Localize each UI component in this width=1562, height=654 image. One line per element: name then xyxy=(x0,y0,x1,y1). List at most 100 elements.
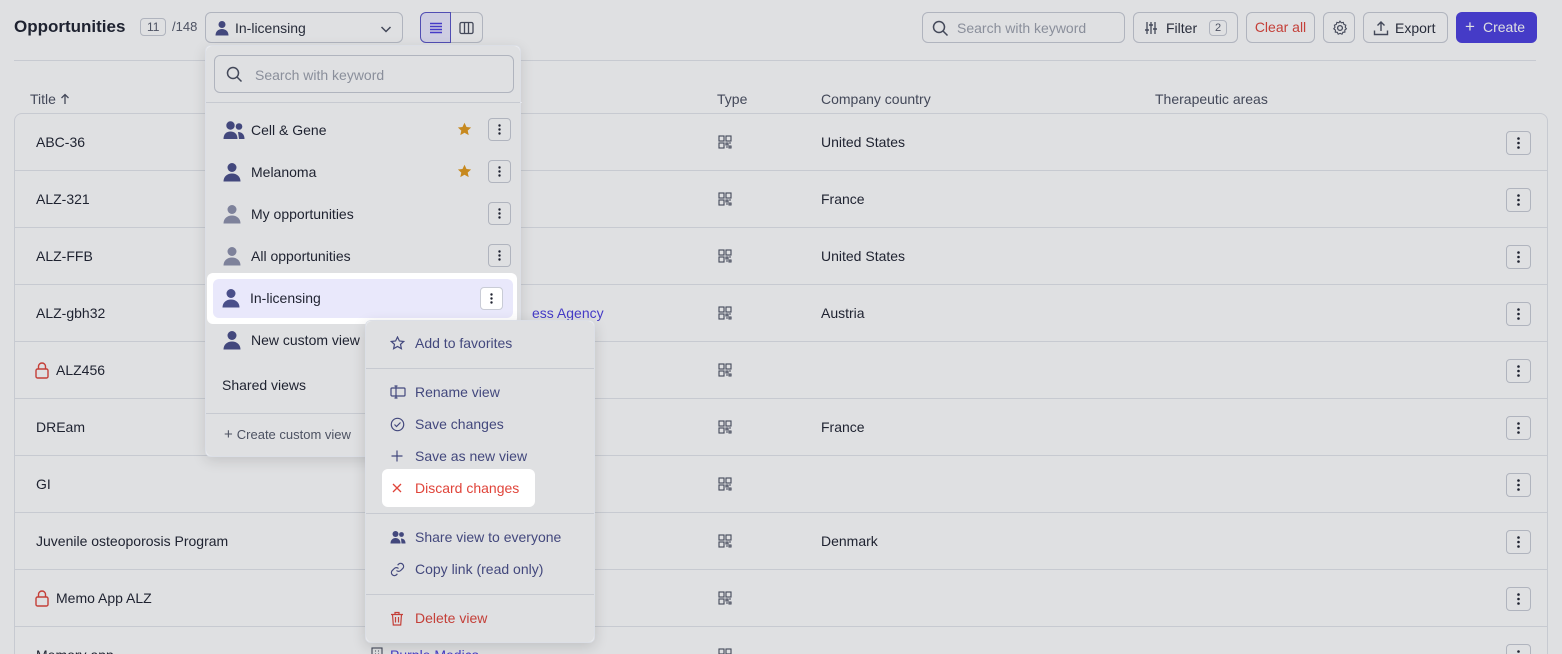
check-circle-icon xyxy=(390,417,405,432)
group-icon xyxy=(223,120,245,143)
divider xyxy=(366,368,594,369)
create-label: Create xyxy=(1483,19,1526,35)
row-menu-button[interactable] xyxy=(1506,245,1531,269)
row-title[interactable]: GI xyxy=(36,476,51,492)
row-title[interactable]: ALZ-321 xyxy=(36,191,90,207)
row-menu-button[interactable] xyxy=(1506,644,1531,654)
row-title[interactable]: Memory app xyxy=(36,647,114,654)
row-title[interactable]: ALZ-FFB xyxy=(36,248,93,264)
row-menu-button[interactable] xyxy=(1506,188,1531,212)
row-company[interactable]: ess Agency xyxy=(532,305,604,321)
result-count-badge: 11 xyxy=(140,18,167,36)
view-item-my-opportunities[interactable]: My opportunities xyxy=(214,195,514,233)
view-item-menu-button[interactable] xyxy=(488,202,511,225)
row-title[interactable]: ABC-36 xyxy=(36,134,85,150)
view-item-menu-button[interactable] xyxy=(488,244,511,267)
row-menu-button[interactable] xyxy=(1506,473,1531,497)
views-search-box[interactable] xyxy=(214,55,514,93)
menu-item-label: Share view to everyone xyxy=(415,529,562,545)
menu-item-label: Delete view xyxy=(415,610,488,626)
create-custom-view-button[interactable]: + Create custom view xyxy=(224,426,351,443)
type-icon xyxy=(718,363,732,380)
current-view-label: In-licensing xyxy=(235,20,306,36)
table-row[interactable]: GI xyxy=(15,456,1547,513)
list-view-toggle[interactable] xyxy=(420,12,451,43)
row-menu-button[interactable] xyxy=(1506,131,1531,155)
row-menu-button[interactable] xyxy=(1506,302,1531,326)
lock-icon xyxy=(34,589,50,610)
type-icon xyxy=(718,135,732,152)
menu-item-label: Save as new view xyxy=(415,448,528,464)
row-title[interactable]: ALZ-gbh32 xyxy=(36,305,105,321)
clear-all-button[interactable]: Clear all xyxy=(1246,12,1315,43)
view-item-menu-button[interactable] xyxy=(488,160,511,183)
type-icon xyxy=(718,306,732,323)
row-menu-button[interactable] xyxy=(1506,416,1531,440)
user-icon xyxy=(223,246,241,269)
type-icon xyxy=(718,648,732,654)
group-icon xyxy=(390,531,406,544)
view-selector[interactable]: In-licensing xyxy=(205,12,403,43)
views-search-input[interactable] xyxy=(255,66,495,84)
row-title[interactable]: DREam xyxy=(36,419,85,435)
type-icon xyxy=(718,591,732,608)
user-icon xyxy=(222,288,240,311)
export-button[interactable]: Export xyxy=(1363,12,1448,43)
create-button[interactable]: + Create xyxy=(1456,12,1537,43)
table-row[interactable]: Memory app Purple Medics xyxy=(15,627,1547,654)
view-item-cell-gene[interactable]: Cell & Gene xyxy=(214,111,514,149)
settings-button[interactable] xyxy=(1323,12,1355,43)
type-icon xyxy=(718,192,732,209)
user-icon xyxy=(215,20,229,39)
row-title[interactable]: ALZ456 xyxy=(56,362,105,378)
user-icon xyxy=(223,162,241,185)
gear-icon xyxy=(1333,20,1348,35)
menu-item-label: Discard changes xyxy=(415,480,520,496)
view-item-menu-button[interactable] xyxy=(480,287,503,310)
column-header-therapeutic-areas[interactable]: Therapeutic areas xyxy=(1155,91,1268,107)
type-icon xyxy=(718,420,732,437)
menu-item-label: Add to favorites xyxy=(415,335,513,351)
sliders-icon xyxy=(1145,22,1157,34)
view-item-label: Cell & Gene xyxy=(251,122,327,138)
row-company[interactable]: Purple Medics xyxy=(390,647,479,654)
row-title[interactable]: Juvenile osteoporosis Program xyxy=(36,533,228,549)
upload-icon xyxy=(1373,21,1389,36)
result-total: /148 xyxy=(172,19,198,34)
row-country: Austria xyxy=(821,305,865,321)
export-label: Export xyxy=(1395,20,1436,36)
column-header-company-country[interactable]: Company country xyxy=(821,91,931,107)
view-item-melanoma[interactable]: Melanoma xyxy=(214,153,514,191)
column-view-toggle[interactable] xyxy=(451,12,483,43)
chevron-down-icon xyxy=(380,22,392,38)
columns-icon xyxy=(459,21,474,35)
view-item-all-opportunities[interactable]: All opportunities xyxy=(214,237,514,275)
view-item-in-licensing[interactable]: In-licensing xyxy=(213,279,513,318)
shared-views-heading: Shared views xyxy=(222,377,307,393)
trash-icon xyxy=(391,611,403,626)
link-icon xyxy=(390,562,405,577)
row-menu-button[interactable] xyxy=(1506,530,1531,554)
row-country: France xyxy=(821,191,865,207)
list-icon xyxy=(430,22,442,34)
row-title[interactable]: Memo App ALZ xyxy=(56,590,152,606)
view-item-menu-button[interactable] xyxy=(488,118,511,141)
search-input[interactable] xyxy=(957,19,1117,37)
filter-button[interactable]: Filter 2 xyxy=(1133,12,1238,43)
row-menu-button[interactable] xyxy=(1506,587,1531,611)
type-icon xyxy=(718,249,732,266)
star-icon[interactable] xyxy=(457,164,472,182)
table-row[interactable]: Memo App ALZ xyxy=(15,570,1547,627)
user-icon xyxy=(223,204,241,227)
page-title: Opportunities xyxy=(14,17,126,36)
search-box[interactable] xyxy=(922,12,1125,43)
row-country: France xyxy=(821,419,865,435)
star-icon[interactable] xyxy=(457,122,472,140)
table-row[interactable]: Juvenile osteoporosis Program Denmark xyxy=(15,513,1547,570)
divider xyxy=(366,513,594,514)
menu-item-label: Copy link (read only) xyxy=(415,561,544,577)
row-menu-button[interactable] xyxy=(1506,359,1531,383)
column-header-type[interactable]: Type xyxy=(717,91,747,107)
row-country: United States xyxy=(821,134,906,150)
column-header-title[interactable]: Title xyxy=(30,91,70,107)
